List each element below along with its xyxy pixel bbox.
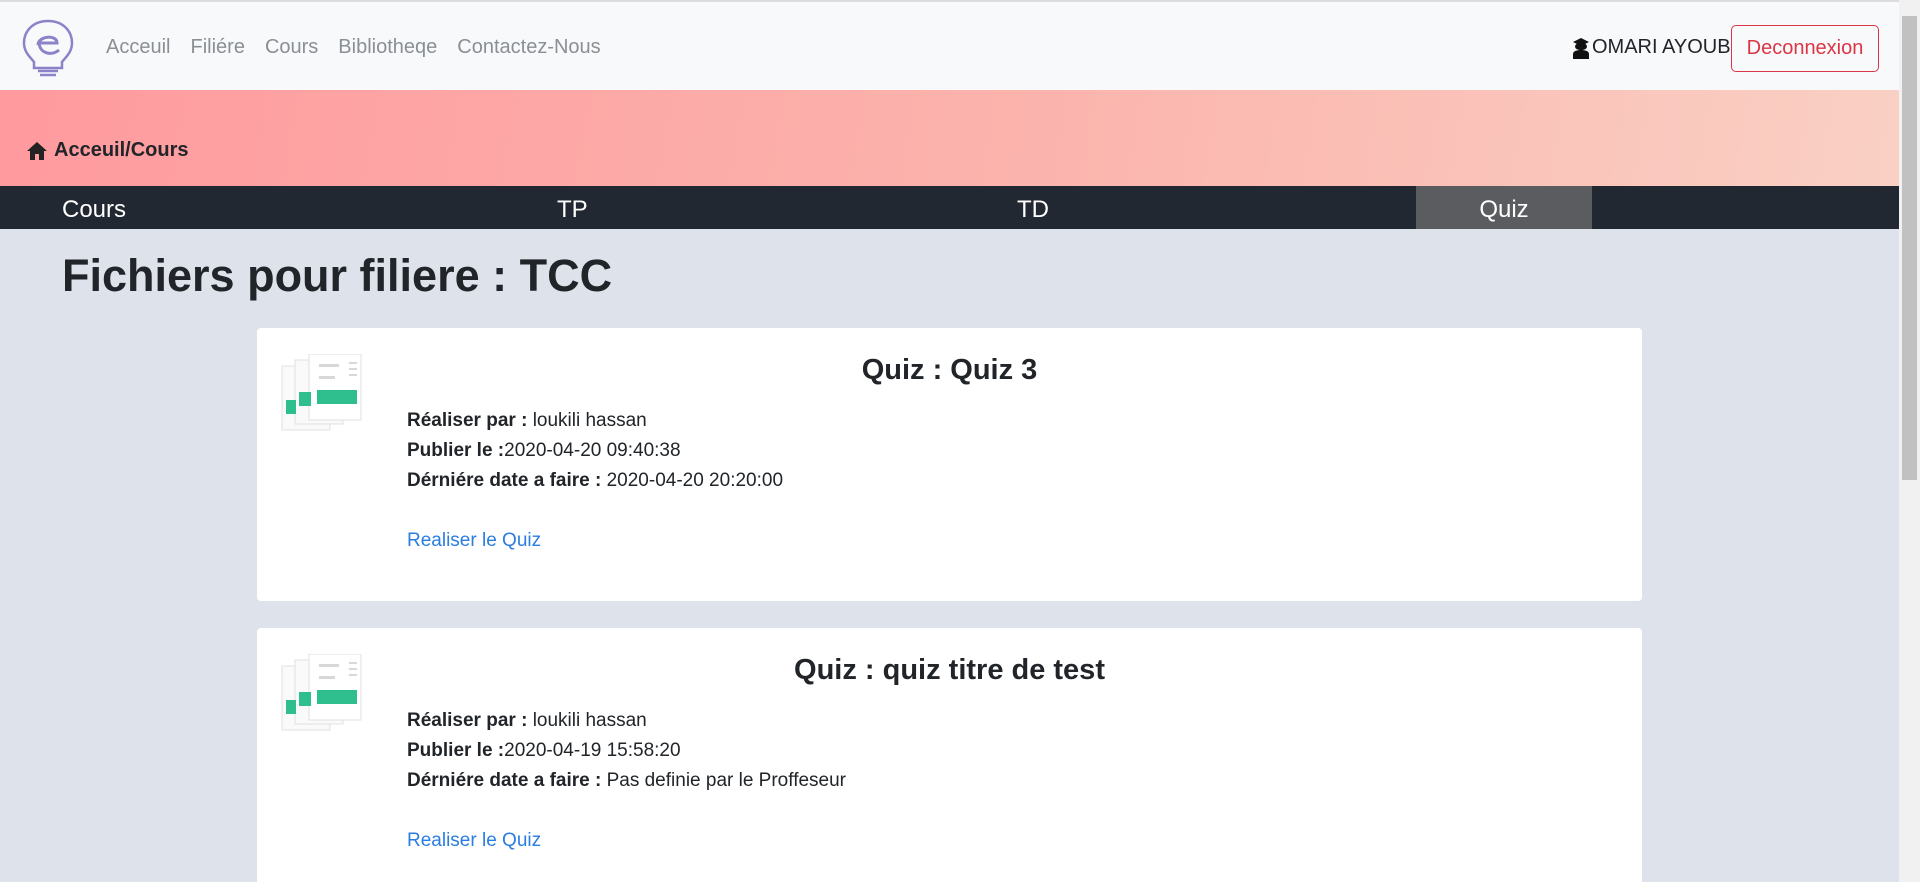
user-graduate-icon	[1573, 37, 1589, 59]
top-navbar: Acceuil Filiére Cours Bibliotheqe Contac…	[0, 0, 1899, 90]
deadline-value: 2020-04-20 20:20:00	[606, 470, 784, 491]
author-label: Réaliser par :	[407, 710, 528, 731]
user-menu[interactable]: OMARI AYOUB	[1572, 36, 1731, 59]
published-value: 2020-04-20 09:40:38	[504, 440, 681, 461]
published-value: 2020-04-19 15:58:20	[504, 740, 681, 761]
tab-cours[interactable]: Cours	[62, 186, 126, 229]
nav-link-filiere[interactable]: Filiére	[190, 36, 244, 59]
quiz-card: Quiz : Quiz 3 Réaliser par : loukili has…	[257, 328, 1642, 601]
quiz-deadline: Dérniére date a faire : Pas definie par …	[407, 770, 846, 792]
tab-tp[interactable]: TP	[557, 186, 588, 229]
page-banner: Acceuil/Cours	[0, 90, 1899, 186]
quiz-author: Réaliser par : loukili hassan	[407, 410, 647, 432]
quiz-card: Quiz : quiz titre de test Réaliser par :…	[257, 628, 1642, 882]
tab-quiz[interactable]: Quiz	[1416, 186, 1592, 229]
breadcrumb: Acceuil/Cours	[26, 139, 188, 162]
quiz-title: Quiz : Quiz 3	[861, 354, 1038, 386]
page-title: Fichiers pour filiere : TCC	[62, 250, 613, 301]
breadcrumb-text[interactable]: Acceuil/Cours	[54, 139, 188, 162]
logout-button[interactable]: Deconnexion	[1731, 25, 1879, 72]
quiz-deadline: Dérniére date a faire : 2020-04-20 20:20…	[407, 470, 783, 492]
published-label: Publier le :	[407, 740, 505, 761]
nav-link-acceuil[interactable]: Acceuil	[106, 36, 170, 59]
deadline-label: Dérniére date a faire :	[407, 470, 602, 491]
quiz-published: Publier le :2020-04-19 15:58:20	[407, 740, 681, 762]
take-quiz-link[interactable]: Realiser le Quiz	[407, 830, 541, 852]
main-nav: Acceuil Filiére Cours Bibliotheqe Contac…	[106, 36, 601, 59]
scrollbar-thumb[interactable]	[1902, 16, 1917, 480]
lightbulb-logo-icon[interactable]	[18, 18, 78, 78]
nav-link-cours[interactable]: Cours	[265, 36, 318, 59]
quiz-author: Réaliser par : loukili hassan	[407, 710, 647, 732]
section-tabs: Cours TP TD Quiz	[0, 186, 1899, 229]
published-label: Publier le :	[407, 440, 505, 461]
author-label: Réaliser par :	[407, 410, 528, 431]
deadline-value: Pas definie par le Proffeseur	[606, 770, 846, 791]
nav-link-bibliotheque[interactable]: Bibliotheqe	[338, 36, 437, 59]
quiz-published: Publier le :2020-04-20 09:40:38	[407, 440, 681, 462]
deadline-label: Dérniére date a faire :	[407, 770, 602, 791]
author-value: loukili hassan	[532, 410, 647, 431]
nav-link-contact[interactable]: Contactez-Nous	[457, 36, 600, 59]
author-value: loukili hassan	[532, 710, 647, 731]
user-name: OMARI AYOUB	[1592, 36, 1731, 58]
take-quiz-link[interactable]: Realiser le Quiz	[407, 530, 541, 552]
home-icon	[27, 141, 47, 160]
tab-td[interactable]: TD	[1017, 186, 1049, 229]
quiz-title: Quiz : quiz titre de test	[794, 654, 1105, 686]
